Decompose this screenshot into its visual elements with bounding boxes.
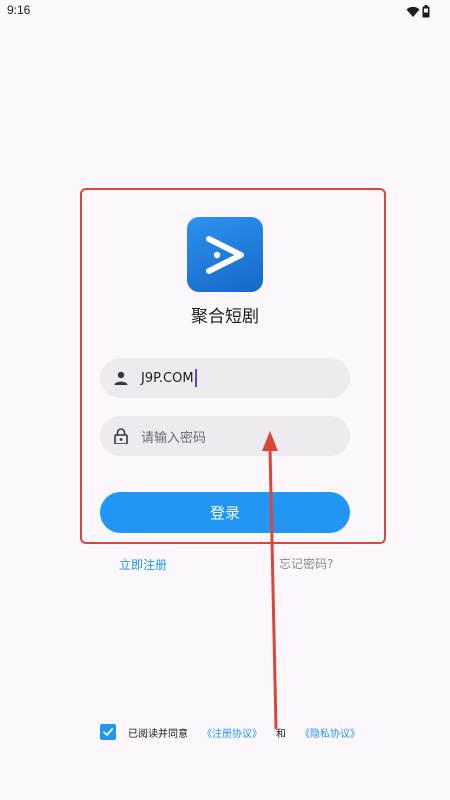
status-bar: 9:16 [0, 0, 450, 22]
terms-link[interactable]: 《注册协议》 [202, 725, 262, 740]
checkmark-icon [103, 728, 114, 736]
agreement-prefix: 已阅读并同意 [128, 728, 188, 740]
text-caret [194, 369, 197, 387]
username-value: J9P.COM [141, 369, 197, 387]
battery-icon [422, 3, 430, 22]
app-name: 聚合短剧 [191, 307, 259, 327]
person-icon [111, 368, 131, 388]
agreement-and: 和 [276, 728, 286, 740]
username-text: J9P.COM [141, 370, 194, 386]
agreement-row: 已阅读并同意 《注册协议》 和 《隐私协议》 [100, 723, 360, 741]
register-link[interactable]: 立即注册 [119, 556, 167, 573]
agreement-checkbox[interactable] [100, 724, 116, 740]
password-field[interactable]: 请输入密码 [100, 416, 350, 456]
status-icons [406, 3, 430, 22]
privacy-link[interactable]: 《隐私协议》 [300, 725, 360, 740]
lock-icon [111, 426, 131, 446]
login-button[interactable]: 登录 [100, 492, 350, 533]
password-placeholder: 请输入密码 [141, 430, 207, 446]
play-logo-icon [187, 217, 263, 292]
status-time: 9:16 [7, 3, 31, 17]
wifi-icon [406, 3, 420, 22]
forgot-password-link[interactable]: 忘记密码? [279, 555, 333, 572]
username-field[interactable]: J9P.COM [100, 358, 350, 398]
